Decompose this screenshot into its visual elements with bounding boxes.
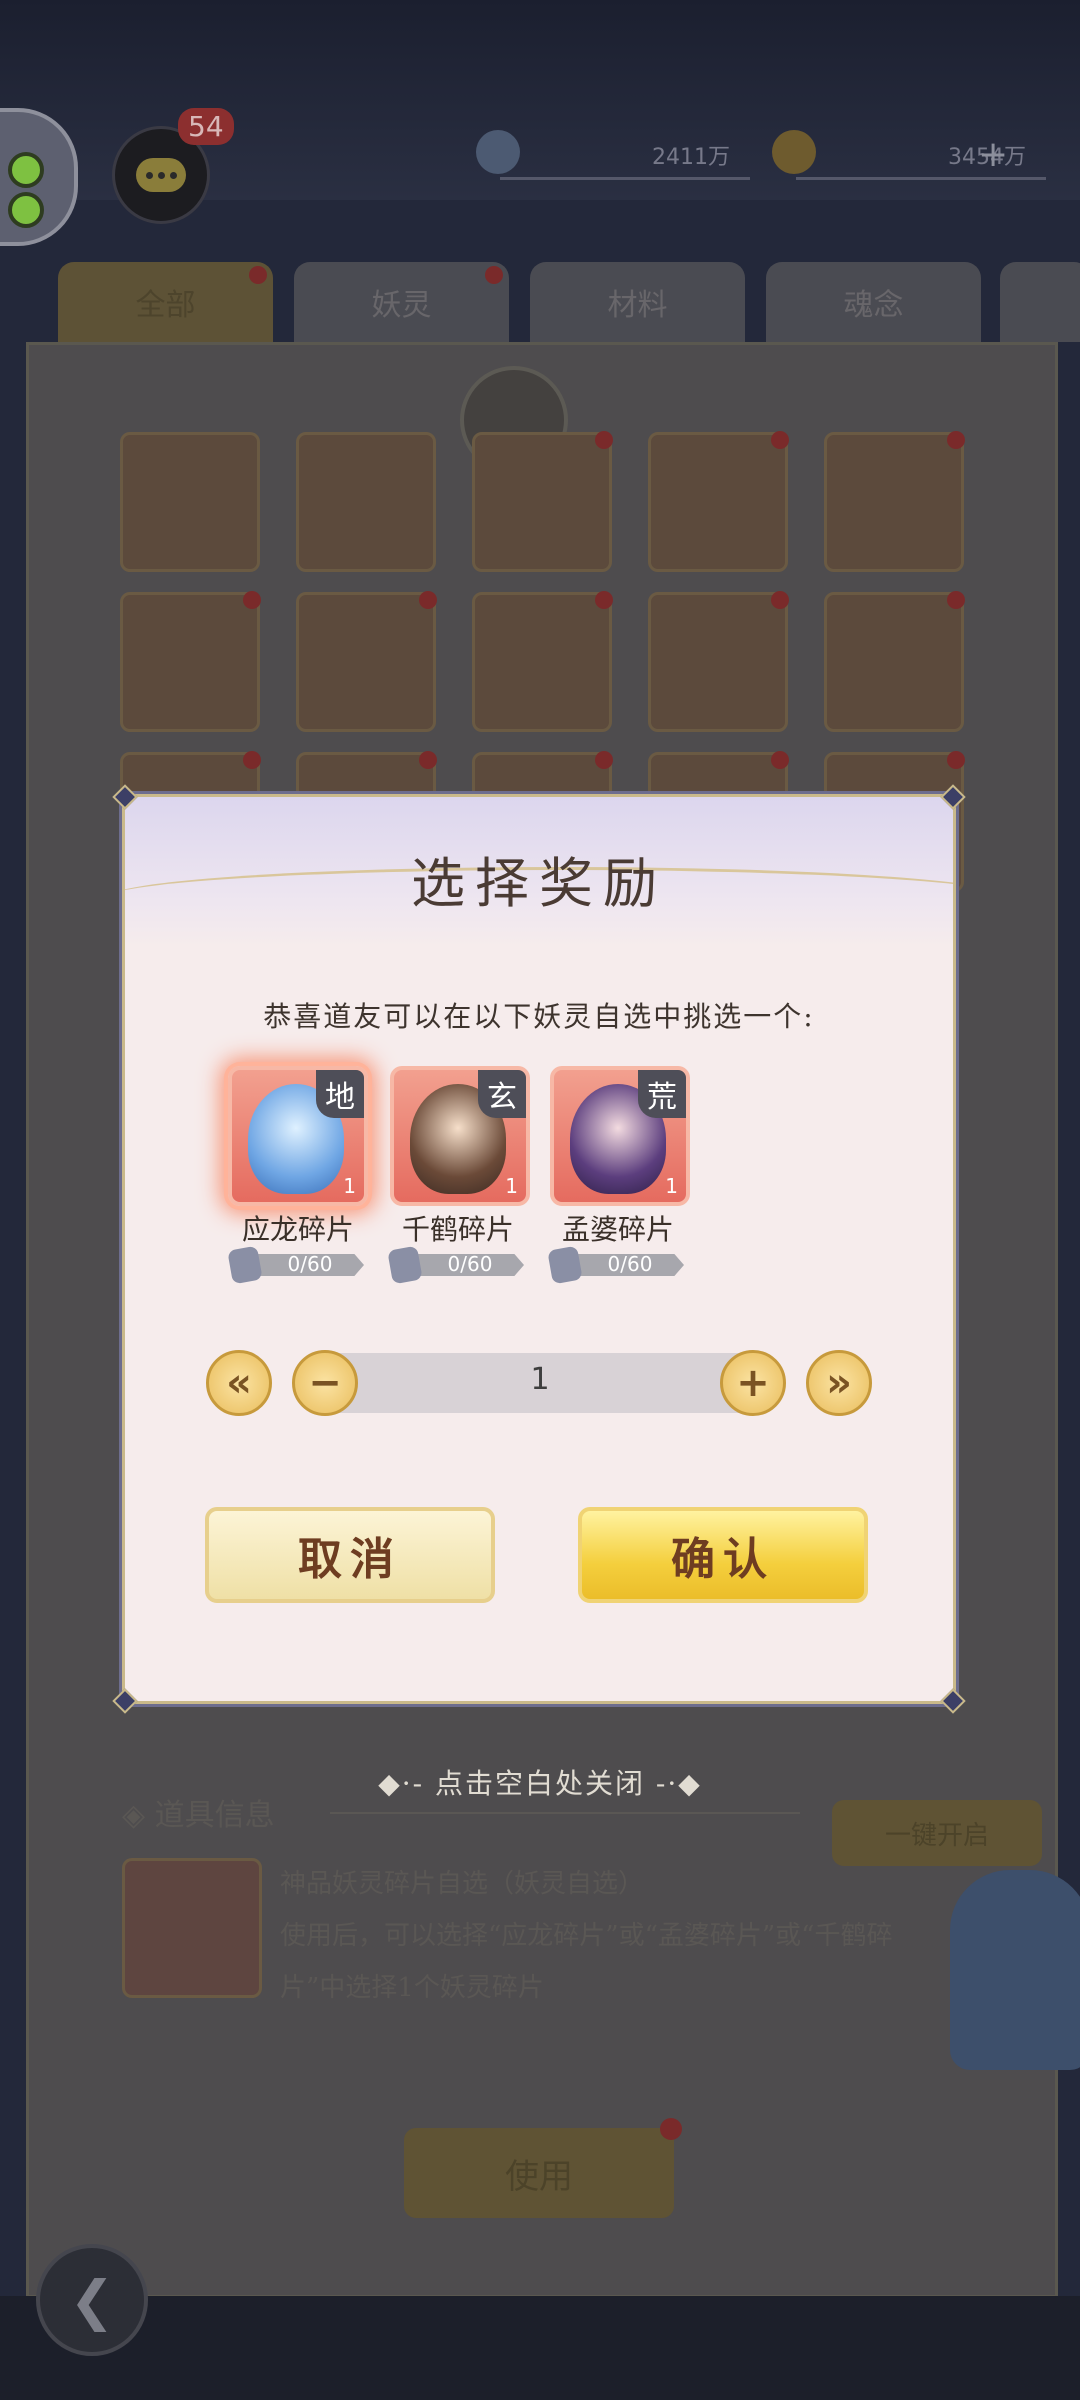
notification-dot (771, 431, 789, 449)
grade-badge: 荒 (638, 1070, 686, 1118)
max-quantity-button[interactable]: » (806, 1350, 872, 1416)
notification-dot (771, 591, 789, 609)
notification-dot (595, 431, 613, 449)
confirm-button[interactable]: 确认 (578, 1507, 868, 1603)
cancel-button[interactable]: 取消 (205, 1507, 495, 1603)
inventory-item[interactable] (296, 432, 436, 572)
tap-blank-to-close-hint[interactable]: ◆·- 点击空白处关闭 -·◆ (0, 1762, 1080, 1802)
fragment-progress: 0/60 (227, 1245, 364, 1285)
notification-dot (419, 591, 437, 609)
increase-quantity-button[interactable]: + (720, 1350, 786, 1416)
option-name: 应龙碎片 (241, 1213, 354, 1246)
chat-unread-badge: 54 (178, 108, 234, 145)
fragment-icon (387, 1245, 423, 1285)
use-button[interactable]: 使用 (404, 2118, 682, 2218)
bag-tabs: 全部 妖灵 材料 魂念 (0, 262, 1080, 342)
inventory-item[interactable] (296, 591, 437, 732)
notification-dot (485, 266, 503, 284)
min-quantity-button[interactable]: « (206, 1350, 272, 1416)
mascot-eye-icon (8, 192, 44, 228)
spirit-gem-icon (476, 130, 520, 174)
decrease-quantity-button[interactable]: − (292, 1350, 358, 1416)
dialog-title: 选择奖励 (411, 852, 667, 915)
inventory-item[interactable] (472, 591, 613, 732)
item-description: 神品妖灵碎片自选（妖灵自选） 使用后，可以选择“应龙碎片”或“孟婆碎片”或“千鹤… (280, 1858, 900, 2014)
tab-all[interactable]: 全部 (58, 262, 273, 342)
notification-dot (595, 751, 613, 769)
reward-option-mengpo[interactable]: 荒 1 (550, 1066, 690, 1206)
option-name: 千鹤碎片 (401, 1213, 514, 1246)
currency-spirit: 2411万 (476, 130, 750, 180)
back-button[interactable]: ❮ (36, 2244, 148, 2356)
reward-option-qianhe[interactable]: 玄 1 (390, 1066, 530, 1206)
quantity-value: 1 (530, 1362, 550, 1397)
inventory-item[interactable] (648, 431, 789, 572)
gold-flame-icon (772, 130, 816, 174)
inventory-item[interactable] (824, 591, 965, 732)
mascot-eye-icon (8, 152, 44, 188)
chat-icon (136, 158, 186, 192)
fragment-icon (227, 1245, 263, 1285)
divider (330, 1812, 800, 1814)
dialog-subtitle: 恭喜道友可以在以下妖灵自选中挑选一个: (263, 1000, 815, 1033)
one-key-open-button[interactable]: 一键开启 (832, 1800, 1042, 1866)
tab-souls[interactable]: 魂念 (766, 262, 981, 342)
tab-materials[interactable]: 材料 (530, 262, 745, 342)
option-name: 孟婆碎片 (561, 1213, 674, 1246)
tab-more[interactable] (1000, 262, 1080, 342)
inventory-item[interactable] (120, 432, 260, 572)
notification-dot (243, 751, 261, 769)
item-count: 1 (343, 1174, 356, 1198)
grade-badge: 玄 (478, 1070, 526, 1118)
selected-item-thumbnail (122, 1858, 262, 1998)
inventory-item[interactable] (472, 431, 613, 572)
currency-spirit-value: 2411万 (652, 144, 730, 170)
notification-dot (947, 751, 965, 769)
currency-gold: 3454万 (772, 130, 1046, 180)
item-count: 1 (505, 1174, 518, 1198)
notification-dot (947, 431, 965, 449)
notification-dot (243, 591, 261, 609)
tab-spirits[interactable]: 妖灵 (294, 262, 509, 342)
mascot-monster (950, 1870, 1080, 2070)
item-name: 神品妖灵碎片自选（妖灵自选） (280, 1869, 645, 1899)
reward-option-yinglong[interactable]: 地 1 (228, 1066, 368, 1206)
add-currency-button[interactable]: + (978, 134, 1008, 175)
fragment-progress: 0/60 (547, 1245, 684, 1285)
notification-dot (771, 751, 789, 769)
grade-badge: 地 (316, 1070, 364, 1118)
item-desc-text: 使用后，可以选择“应龙碎片”或“孟婆碎片”或“千鹤碎片”中选择1个妖灵碎片 (280, 1921, 893, 2003)
item-count: 1 (665, 1174, 678, 1198)
inventory-item[interactable] (824, 431, 965, 572)
back-arrow-icon: ❮ (69, 2268, 115, 2332)
notification-dot (947, 591, 965, 609)
inventory-item[interactable] (648, 591, 789, 732)
notification-dot (419, 751, 437, 769)
fragment-progress: 0/60 (387, 1245, 524, 1285)
notification-dot (595, 591, 613, 609)
inventory-item[interactable] (120, 591, 261, 732)
notification-dot (660, 2118, 682, 2140)
notification-dot (249, 266, 267, 284)
fragment-icon (547, 1245, 583, 1285)
bottom-bar (0, 2296, 1080, 2400)
